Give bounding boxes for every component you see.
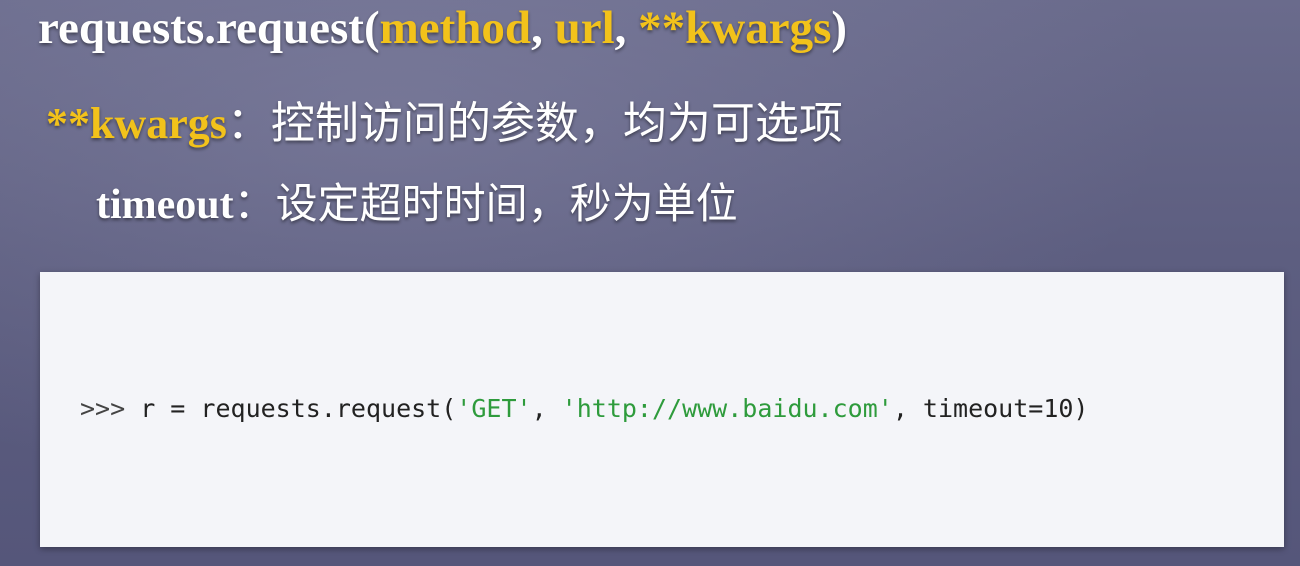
code-string-url: 'http://www.baidu.com' (561, 394, 893, 423)
title-arg-method: method (379, 2, 532, 54)
timeout-key: timeout (96, 182, 234, 228)
kwargs-description: **kwargs：控制访问的参数，均为可选项 (46, 96, 843, 152)
code-after: , timeout=10) (892, 394, 1089, 423)
title-separator-2: , (614, 2, 639, 54)
timeout-desc: 设定超时时间，秒为单位 (275, 179, 738, 228)
kwargs-colon: ： (226, 98, 271, 149)
slide: requests.request(method, url, **kwargs) … (0, 0, 1300, 566)
code-mid: , (531, 394, 562, 423)
code-line: >>> r = requests.request('GET', 'http://… (80, 392, 1088, 426)
title-close-paren: ) (831, 2, 848, 54)
kwargs-desc: 控制访问的参数，均为可选项 (270, 98, 843, 149)
code-string-method: 'GET' (456, 394, 532, 423)
title-separator-1: , (531, 2, 555, 54)
title-arg-kwargs: **kwargs (638, 2, 832, 54)
title-function: requests.request( (38, 2, 380, 54)
slide-title: requests.request(method, url, **kwargs) (38, 0, 847, 56)
code-prompt: >>> (80, 394, 126, 423)
code-before: r = requests.request( (125, 394, 457, 423)
code-example-box: >>> r = requests.request('GET', 'http://… (40, 272, 1284, 547)
kwargs-key: **kwargs (46, 99, 227, 148)
title-arg-url: url (554, 2, 615, 54)
timeout-description: timeout：设定超时时间，秒为单位 (96, 176, 738, 232)
timeout-colon: ： (233, 179, 276, 228)
